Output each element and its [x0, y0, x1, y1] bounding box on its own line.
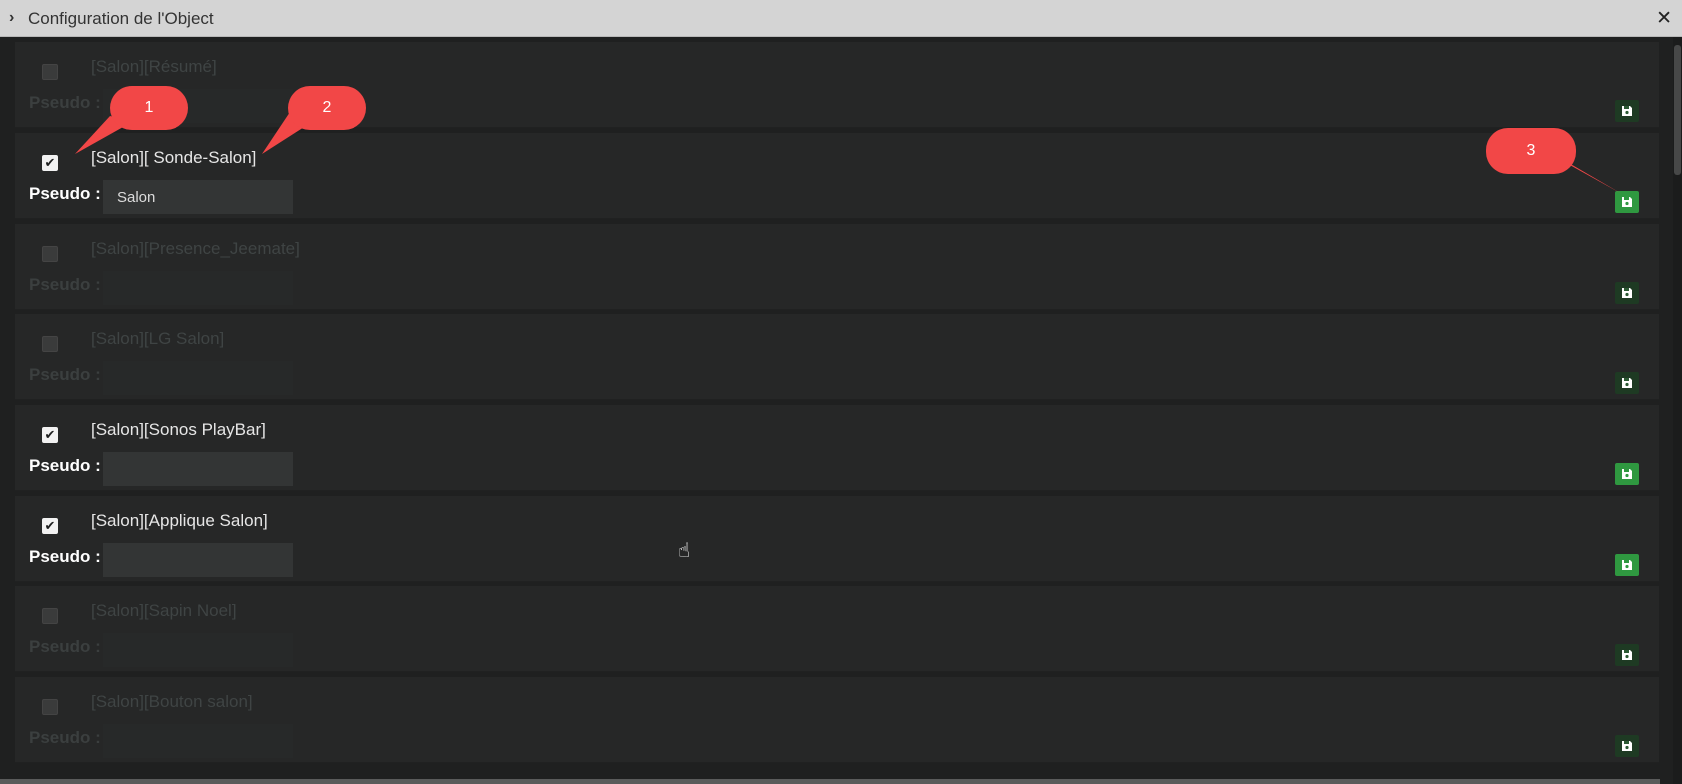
equipment-name: [Salon][Presence_Jeemate]	[91, 239, 300, 258]
scrollbar-thumb[interactable]	[1674, 45, 1681, 175]
checkbox[interactable]	[42, 64, 58, 80]
list-item: [Salon][Presence_Jeemate] Pseudo :	[15, 224, 1659, 310]
pseudo-label: Pseudo :	[29, 547, 101, 566]
pseudo-label: Pseudo :	[29, 365, 101, 384]
chevron-right-icon[interactable]: ›	[9, 9, 14, 27]
pseudo-label: Pseudo :	[29, 728, 101, 747]
equipment-name: [Salon][Applique Salon]	[91, 511, 268, 530]
list-item: ✔ [Salon][Sonos PlayBar] Pseudo :	[15, 405, 1659, 491]
pseudo-input[interactable]	[103, 633, 293, 667]
save-icon[interactable]	[1615, 372, 1639, 394]
pseudo-input[interactable]	[103, 724, 293, 758]
dialog-titlebar: › Configuration de l'Object ✕	[0, 0, 1682, 37]
pseudo-input[interactable]	[103, 452, 293, 486]
list-item: [Salon][Bouton salon] Pseudo :	[15, 677, 1659, 763]
save-icon[interactable]	[1615, 644, 1639, 666]
pseudo-label: Pseudo :	[29, 637, 101, 656]
checkbox[interactable]	[42, 246, 58, 262]
pseudo-label: Pseudo :	[29, 275, 101, 294]
pseudo-input[interactable]	[103, 361, 293, 395]
callout-1-label: 1	[110, 86, 188, 130]
pseudo-input[interactable]	[103, 271, 293, 305]
callout-2: 2	[260, 86, 380, 156]
equipment-name: [Salon][Bouton salon]	[91, 692, 253, 711]
save-icon[interactable]	[1615, 554, 1639, 576]
object-config-list: [Salon][Résumé] Pseudo : ✔ [Salon][ Sond…	[0, 37, 1682, 784]
list-item: ✔ [Salon][Applique Salon] Pseudo :	[15, 496, 1659, 582]
equipment-name: [Salon][Résumé]	[91, 57, 217, 76]
horizontal-scrollbar[interactable]	[0, 779, 1660, 784]
checkbox[interactable]: ✔	[42, 518, 58, 534]
close-icon[interactable]: ✕	[1656, 7, 1672, 30]
checkbox[interactable]	[42, 608, 58, 624]
equipment-name: [Salon][Sapin Noel]	[91, 601, 237, 620]
equipment-name: [Salon][LG Salon]	[91, 329, 225, 348]
list-item: [Salon][Sapin Noel] Pseudo :	[15, 586, 1659, 672]
callout-2-label: 2	[288, 86, 366, 130]
callout-3: 3	[1484, 128, 1624, 198]
checkbox[interactable]	[42, 336, 58, 352]
save-icon[interactable]	[1615, 282, 1639, 304]
pseudo-label: Pseudo :	[29, 456, 101, 475]
save-icon[interactable]	[1615, 100, 1639, 122]
callout-3-label: 3	[1486, 128, 1576, 174]
vertical-scrollbar[interactable]	[1673, 37, 1682, 784]
pseudo-input[interactable]	[103, 543, 293, 577]
checkbox[interactable]: ✔	[42, 427, 58, 443]
dialog-title: Configuration de l'Object	[28, 9, 214, 28]
equipment-name: [Salon][Sonos PlayBar]	[91, 420, 266, 439]
checkbox[interactable]	[42, 699, 58, 715]
save-icon[interactable]	[1615, 735, 1639, 757]
save-icon[interactable]	[1615, 463, 1639, 485]
pseudo-input[interactable]	[103, 180, 293, 214]
list-item: [Salon][LG Salon] Pseudo :	[15, 314, 1659, 400]
hand-cursor-icon: ☝	[678, 540, 691, 562]
checkbox[interactable]: ✔	[42, 155, 58, 171]
callout-1: 1	[70, 86, 190, 156]
pseudo-label: Pseudo :	[29, 184, 101, 203]
